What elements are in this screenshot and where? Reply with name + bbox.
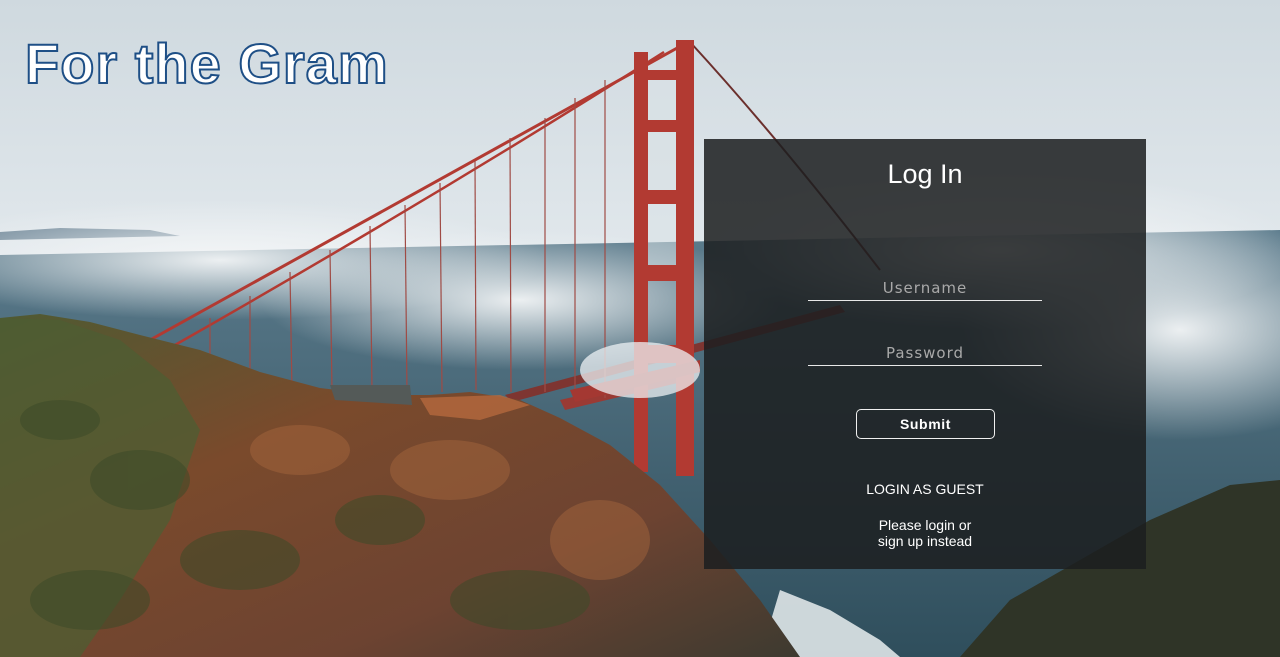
login-title: Log In — [887, 159, 963, 189]
app-logo-title: For the Gram — [24, 32, 389, 95]
login-signup-note: Please login or sign up instead — [704, 517, 1146, 549]
login-panel: Log In Submit LOGIN AS GUEST Please logi… — [704, 139, 1146, 569]
login-screen: For the Gram Log In Submit LOGIN AS GUES… — [0, 0, 1280, 657]
login-as-guest-link[interactable]: LOGIN AS GUEST — [704, 481, 1146, 497]
login-signup-note-line-1: Please login or — [878, 517, 972, 533]
username-input[interactable] — [808, 276, 1042, 301]
login-signup-note-line-2: sign up instead — [877, 533, 973, 549]
submit-button[interactable]: Submit — [856, 409, 995, 439]
password-input[interactable] — [808, 341, 1042, 366]
